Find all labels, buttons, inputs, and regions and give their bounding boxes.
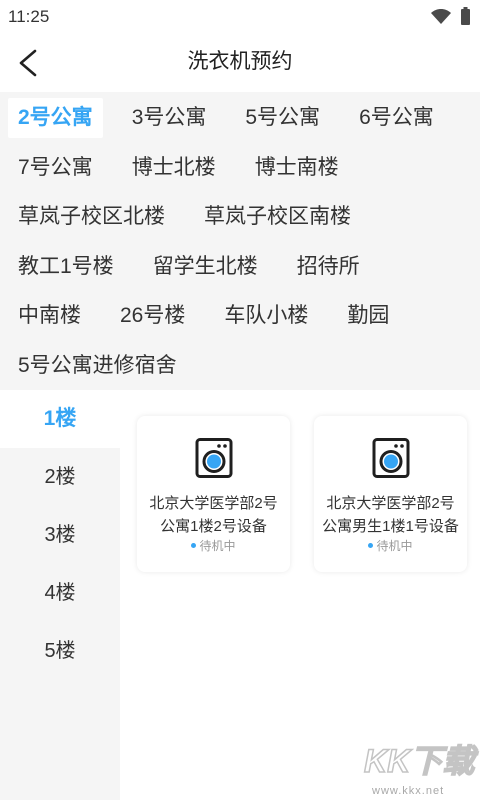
floor-item[interactable]: 4楼 — [0, 564, 120, 622]
building-tab[interactable]: 车队小楼 — [214, 296, 318, 336]
building-tab[interactable]: 3号公寓 — [122, 98, 217, 138]
floor-item[interactable]: 2楼 — [0, 448, 120, 506]
building-tab[interactable]: 6号公寓 — [349, 98, 444, 138]
device-status-text: 待机中 — [199, 539, 236, 553]
device-status-text: 待机中 — [376, 539, 413, 553]
building-tab[interactable]: 草岚子校区南楼 — [194, 197, 361, 237]
building-tab[interactable]: 招待所 — [287, 247, 370, 287]
building-tab[interactable]: 勤园 — [337, 296, 399, 336]
status-dot — [368, 543, 374, 549]
building-tab[interactable]: 7号公寓 — [8, 148, 103, 188]
device-name: 北京大学医学部2号公寓男生1楼1号设备 — [322, 495, 459, 535]
status-dot — [191, 543, 197, 549]
battery-icon — [461, 7, 470, 25]
building-tab[interactable]: 5号公寓 — [235, 98, 330, 138]
chevron-left-icon — [19, 49, 37, 77]
status-bar: 11:25 — [0, 0, 480, 34]
floor-item[interactable]: 1楼 — [0, 390, 120, 448]
device-status: 待机中 — [137, 538, 290, 555]
floor-sidebar: 1楼 2楼 3楼 4楼 5楼 — [0, 390, 120, 800]
floor-item[interactable]: 5楼 — [0, 622, 120, 680]
status-time: 11:25 — [8, 7, 50, 26]
washing-machine-icon — [195, 438, 232, 478]
building-tab[interactable]: 留学生北楼 — [143, 247, 268, 287]
device-card[interactable]: 北京大学医学部2号公寓男生1楼1号设备 待机中 — [314, 416, 467, 572]
building-tab[interactable]: 教工1号楼 — [8, 247, 124, 287]
device-list: 北京大学医学部2号公寓1楼2号设备 待机中 北京大学医学部2号公寓男生1楼1号设… — [120, 390, 480, 800]
back-button[interactable] — [14, 48, 44, 78]
device-status: 待机中 — [314, 538, 467, 555]
building-tab[interactable]: 博士南楼 — [245, 148, 349, 188]
building-tab[interactable]: 博士北楼 — [122, 148, 226, 188]
building-tab[interactable]: 26号楼 — [110, 296, 195, 336]
floor-item[interactable]: 3楼 — [0, 506, 120, 564]
page-title: 洗衣机预约 — [187, 50, 293, 73]
building-tab[interactable]: 2号公寓 — [8, 98, 103, 138]
device-name: 北京大学医学部2号公寓1楼2号设备 — [149, 495, 278, 535]
building-tabs: 2号公寓 3号公寓 5号公寓 6号公寓 7号公寓 博士北楼 博士南楼 草岚子校区… — [0, 92, 480, 390]
header: 洗衣机预约 — [0, 34, 480, 92]
building-tab[interactable]: 中南楼 — [8, 296, 91, 336]
building-tab[interactable]: 5号公寓进修宿舍 — [8, 346, 187, 386]
washing-machine-icon — [372, 438, 409, 478]
device-card[interactable]: 北京大学医学部2号公寓1楼2号设备 待机中 — [137, 416, 290, 572]
wifi-icon — [431, 9, 451, 24]
building-tab[interactable]: 草岚子校区北楼 — [8, 197, 175, 237]
